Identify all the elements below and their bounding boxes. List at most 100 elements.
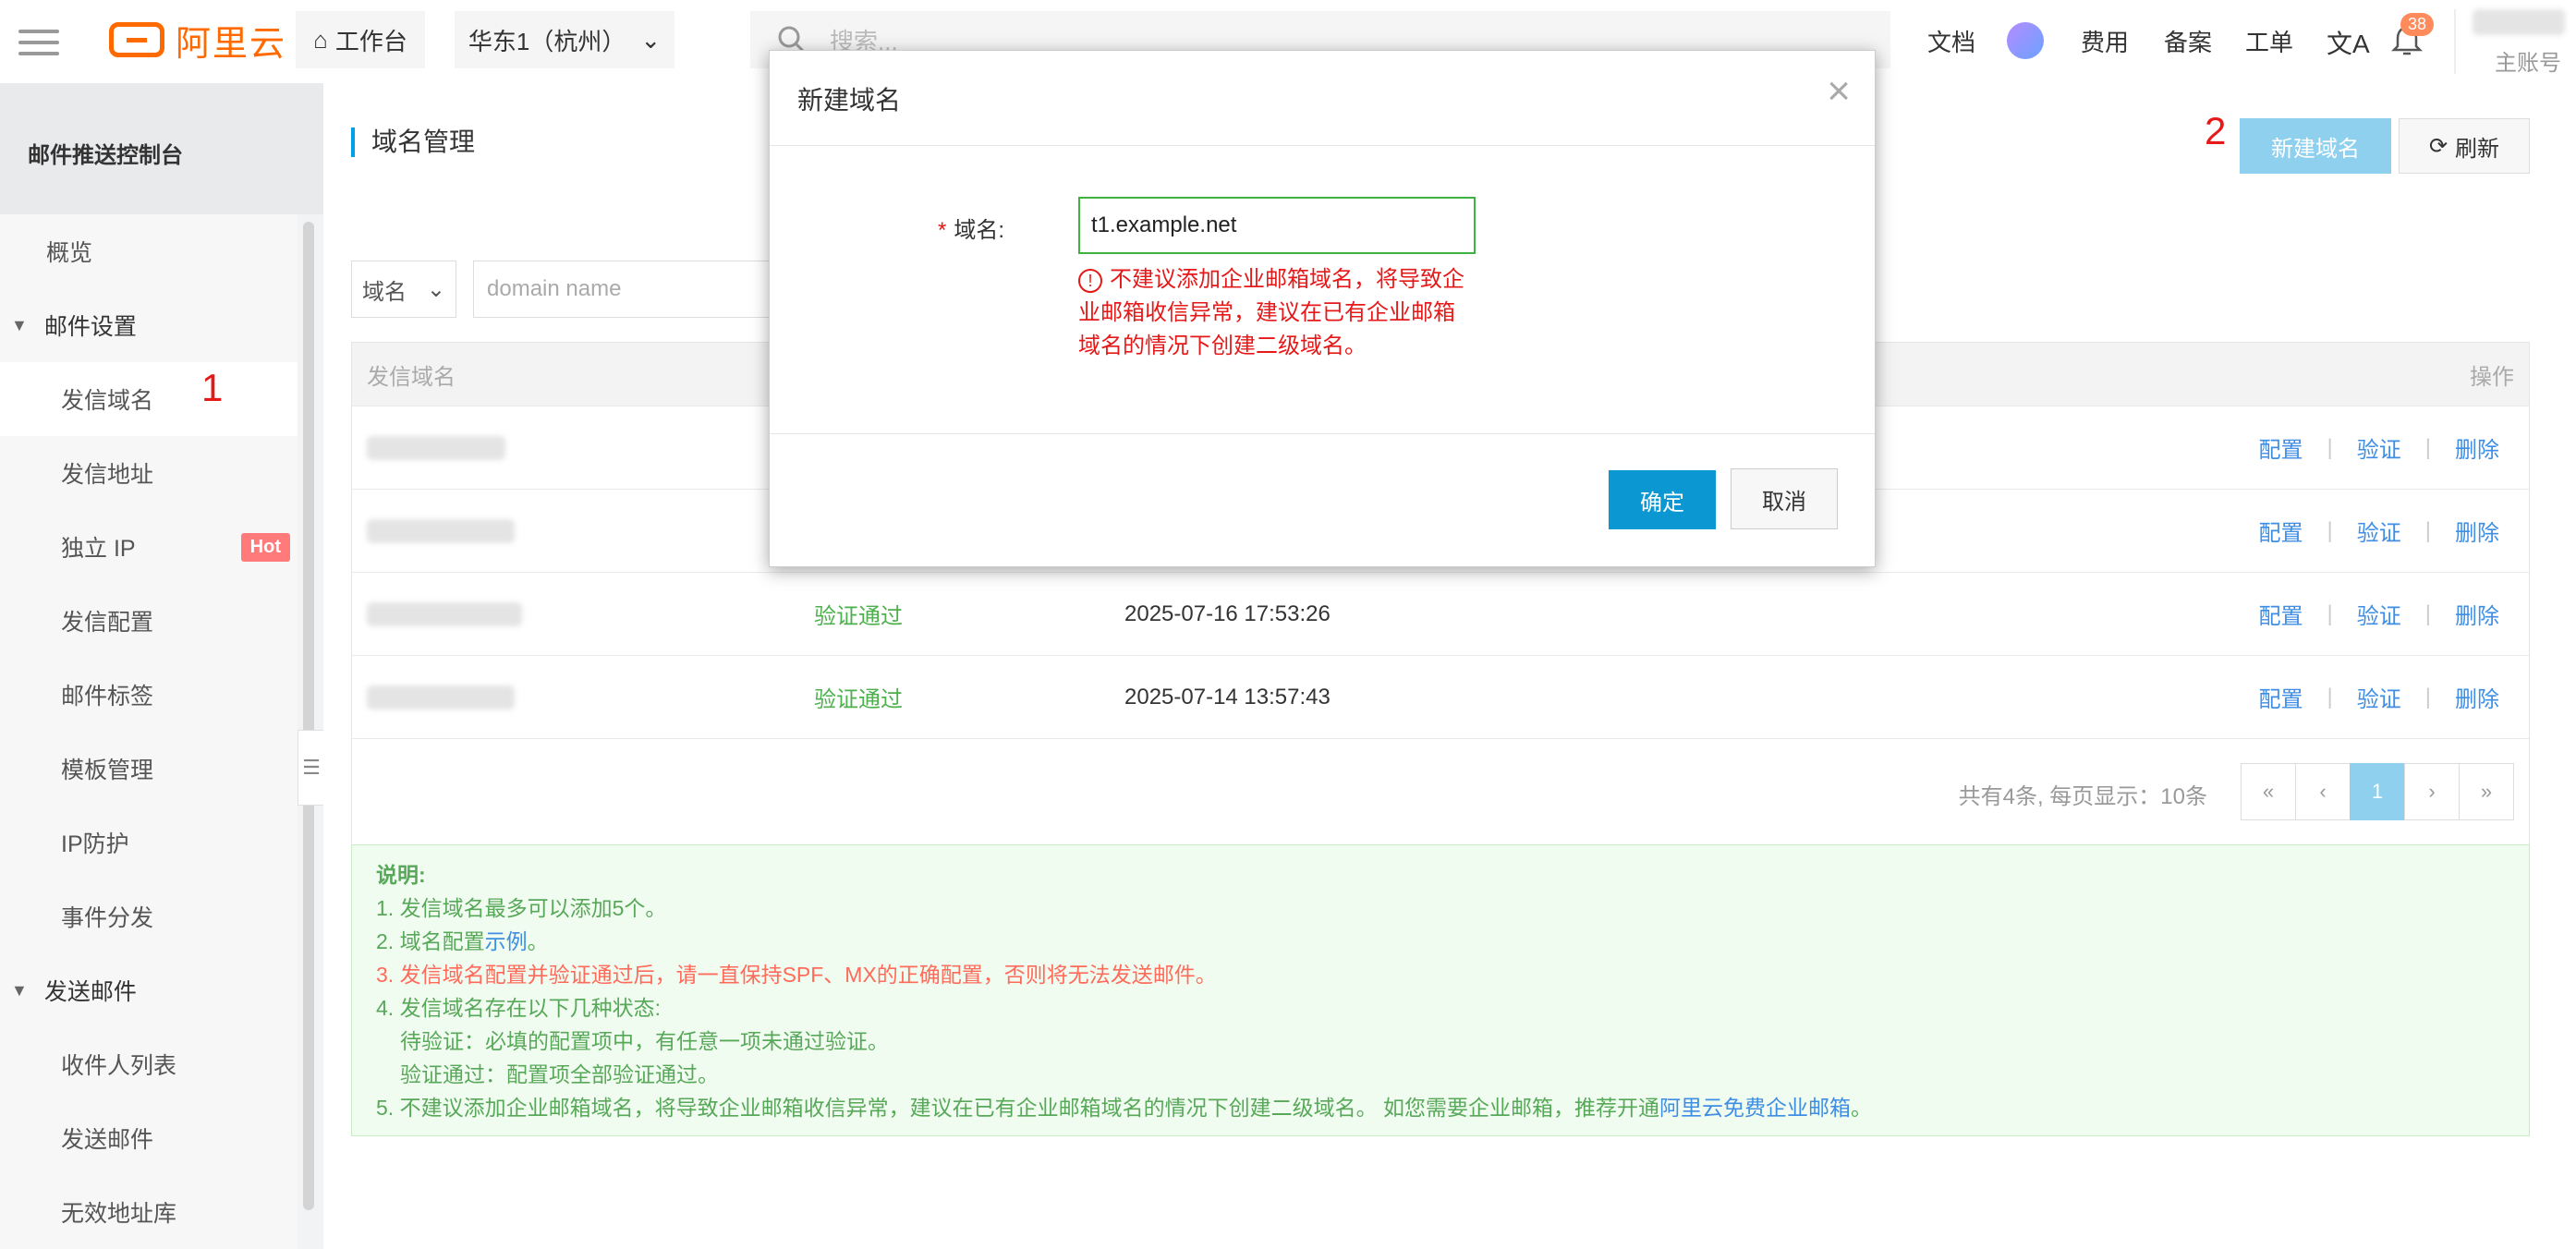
warning-text: 不建议添加企业邮箱域名，将导致企业邮箱收信异常，建议在已有企业邮箱域名的情况下创… [1078,267,1464,358]
assistant-icon[interactable] [2007,22,2044,59]
verify-link[interactable]: 验证 [2357,681,2401,713]
filter-field-select[interactable]: 域名 ⌄ [351,261,456,318]
filter-select-label: 域名 [361,279,407,305]
console-title-text: 邮件推送控制台 [28,143,183,168]
pagination-row: 共有4条, 每页显示：10条 « ‹ 1 › » [352,738,2529,844]
prev-page-button[interactable]: ‹ [2295,763,2351,820]
divider [770,433,1875,434]
sidebar-item-label: 发信配置 [61,610,154,636]
separator: | [2424,517,2431,543]
sidebar-item-label: 独立 IP [61,536,136,562]
note-1: 1. 发信域名最多可以添加5个。 [376,896,667,920]
translate-icon[interactable]: 文A [2327,24,2370,61]
verify-link[interactable]: 验证 [2357,598,2401,630]
sidebar-item-label: 模板管理 [61,758,154,783]
sidebar-item-templates[interactable]: 模板管理 [0,732,298,806]
sidebar-item-overview[interactable]: 概览 [0,214,298,288]
sidebar-item-sender-domain[interactable]: 发信域名 [0,362,298,436]
sidebar-item-label: 邮件标签 [61,684,154,709]
first-page-button[interactable]: « [2241,763,2296,820]
workbench-button[interactable]: ⌂ 工作台 [296,11,425,68]
account-label: 主账号 [2495,51,2561,76]
domain-cell-redacted [367,490,515,572]
table-row: 验证通过 2025-07-16 17:53:26 配置 | 验证 | 删除 [352,572,2529,655]
example-link[interactable]: 示例 [485,929,528,953]
required-mark: * [938,218,947,243]
billing-link[interactable]: 费用 [2081,24,2129,58]
delete-link[interactable]: 删除 [2455,515,2499,547]
refresh-button[interactable]: ⟳ 刷新 [2399,118,2530,174]
confirm-button[interactable]: 确定 [1609,470,1716,529]
menu-icon[interactable] [18,22,59,59]
note-5-text: 5. 不建议添加企业邮箱域名，将导致企业邮箱收信异常，建议在已有企业邮箱域名的情… [376,1096,1659,1120]
sidebar-item-sending-config[interactable]: 发信配置 [0,584,298,658]
sidebar-item-label: 无效地址库 [61,1201,177,1227]
docs-link[interactable]: 文档 [1927,24,1975,58]
domain-filter-input[interactable]: domain name [473,261,787,318]
row-actions: 配置 | 验证 | 删除 [2259,406,2499,489]
delete-link[interactable]: 删除 [2455,431,2499,464]
icp-link[interactable]: 备案 [2164,24,2212,58]
sidebar-item-label: 事件分发 [61,905,154,931]
sidebar-item-mail-tags[interactable]: 邮件标签 [0,658,298,732]
notes-title: 说明: [376,863,426,887]
config-link[interactable]: 配置 [2259,431,2303,464]
warning-icon: ! [1078,268,1102,293]
note-2-end: 。 [527,929,549,953]
sidebar-item-event-dispatch[interactable]: 事件分发 [0,879,298,953]
sidebar-item-label: 收件人列表 [61,1053,177,1079]
last-page-button[interactable]: » [2459,763,2514,820]
domain-field-label: * 域名: [938,212,1004,244]
sidebar-item-invalid-address[interactable]: 无效地址库 [0,1175,298,1249]
close-icon[interactable]: × [1827,71,1851,112]
region-label: 华东1（杭州） [468,27,626,55]
sidebar-item-label: 概览 [46,240,93,266]
note-4a: 待验证：必填的配置项中，有任意一项未通过验证。 [400,1029,889,1053]
pagination-info: 共有4条, 每页显示：10条 [1958,784,2207,809]
row-actions: 配置 | 验证 | 删除 [2259,656,2499,738]
ticket-link[interactable]: 工单 [2245,24,2293,58]
sidebar-group-send-mail[interactable]: ▼ 发送邮件 [0,953,309,1027]
sidebar-item-ip-protection[interactable]: IP防护 [0,806,298,879]
sidebar-item-sender-address[interactable]: 发信地址 [0,436,298,510]
verify-link[interactable]: 验证 [2357,515,2401,547]
page-1-button[interactable]: 1 [2350,763,2405,820]
new-domain-button[interactable]: 新建域名 [2240,118,2391,174]
next-page-button[interactable]: › [2404,763,2460,820]
dialog-title: 新建域名 [797,86,902,115]
cancel-button[interactable]: 取消 [1731,468,1838,529]
table-row: 验证通过 2025-07-14 13:57:43 配置 | 验证 | 删除 [352,655,2529,738]
delete-link[interactable]: 删除 [2455,598,2499,630]
chevron-down-icon: ⌄ [426,276,446,302]
domain-input[interactable]: t1.example.net [1078,197,1476,254]
page-title: 域名管理 [351,127,475,157]
separator: | [2327,684,2333,709]
console-title: 邮件推送控制台 [0,83,323,214]
sidebar-collapse-handle[interactable]: ☰ [298,730,325,806]
config-link[interactable]: 配置 [2259,598,2303,630]
domain-field-label-text: 域名: [954,218,1005,243]
verify-link[interactable]: 验证 [2357,431,2401,464]
column-header-domain: 发信域名 [367,364,456,390]
config-link[interactable]: 配置 [2259,681,2303,713]
sidebar-item-label: 发信域名 [61,388,154,414]
sidebar-item-recipient-list[interactable]: 收件人列表 [0,1027,298,1101]
separator: | [2424,434,2431,460]
note-3: 3. 发信域名配置并验证通过后，请一直保持SPF、MX的正确配置，否则将无法发送… [376,963,1217,987]
sidebar-scrollbar[interactable] [303,222,314,1210]
sidebar-item-send-mail[interactable]: 发送邮件 [0,1101,298,1175]
domain-cell-redacted [367,656,515,738]
aliyun-logo[interactable]: 阿里云 [109,17,286,64]
sidebar-item-dedicated-ip[interactable]: 独立 IP Hot [0,510,298,584]
column-header-ops: 操作 [2470,364,2514,390]
region-select[interactable]: 华东1（杭州） ⌄ [455,11,674,68]
row-actions: 配置 | 验证 | 删除 [2259,573,2499,655]
delete-link[interactable]: 删除 [2455,681,2499,713]
account-name-redacted[interactable] [2473,9,2565,35]
note-5: 5. 不建议添加企业邮箱域名，将导致企业邮箱收信异常，建议在已有企业邮箱域名的情… [376,1091,2505,1124]
sidebar-group-mail-settings[interactable]: ▼ 邮件设置 [0,288,309,362]
chevron-down-icon: ⌄ [640,25,662,54]
domain-input-value: t1.example.net [1091,212,1237,237]
free-enterprise-mail-link[interactable]: 阿里云免费企业邮箱 [1659,1096,1851,1120]
config-link[interactable]: 配置 [2259,515,2303,547]
